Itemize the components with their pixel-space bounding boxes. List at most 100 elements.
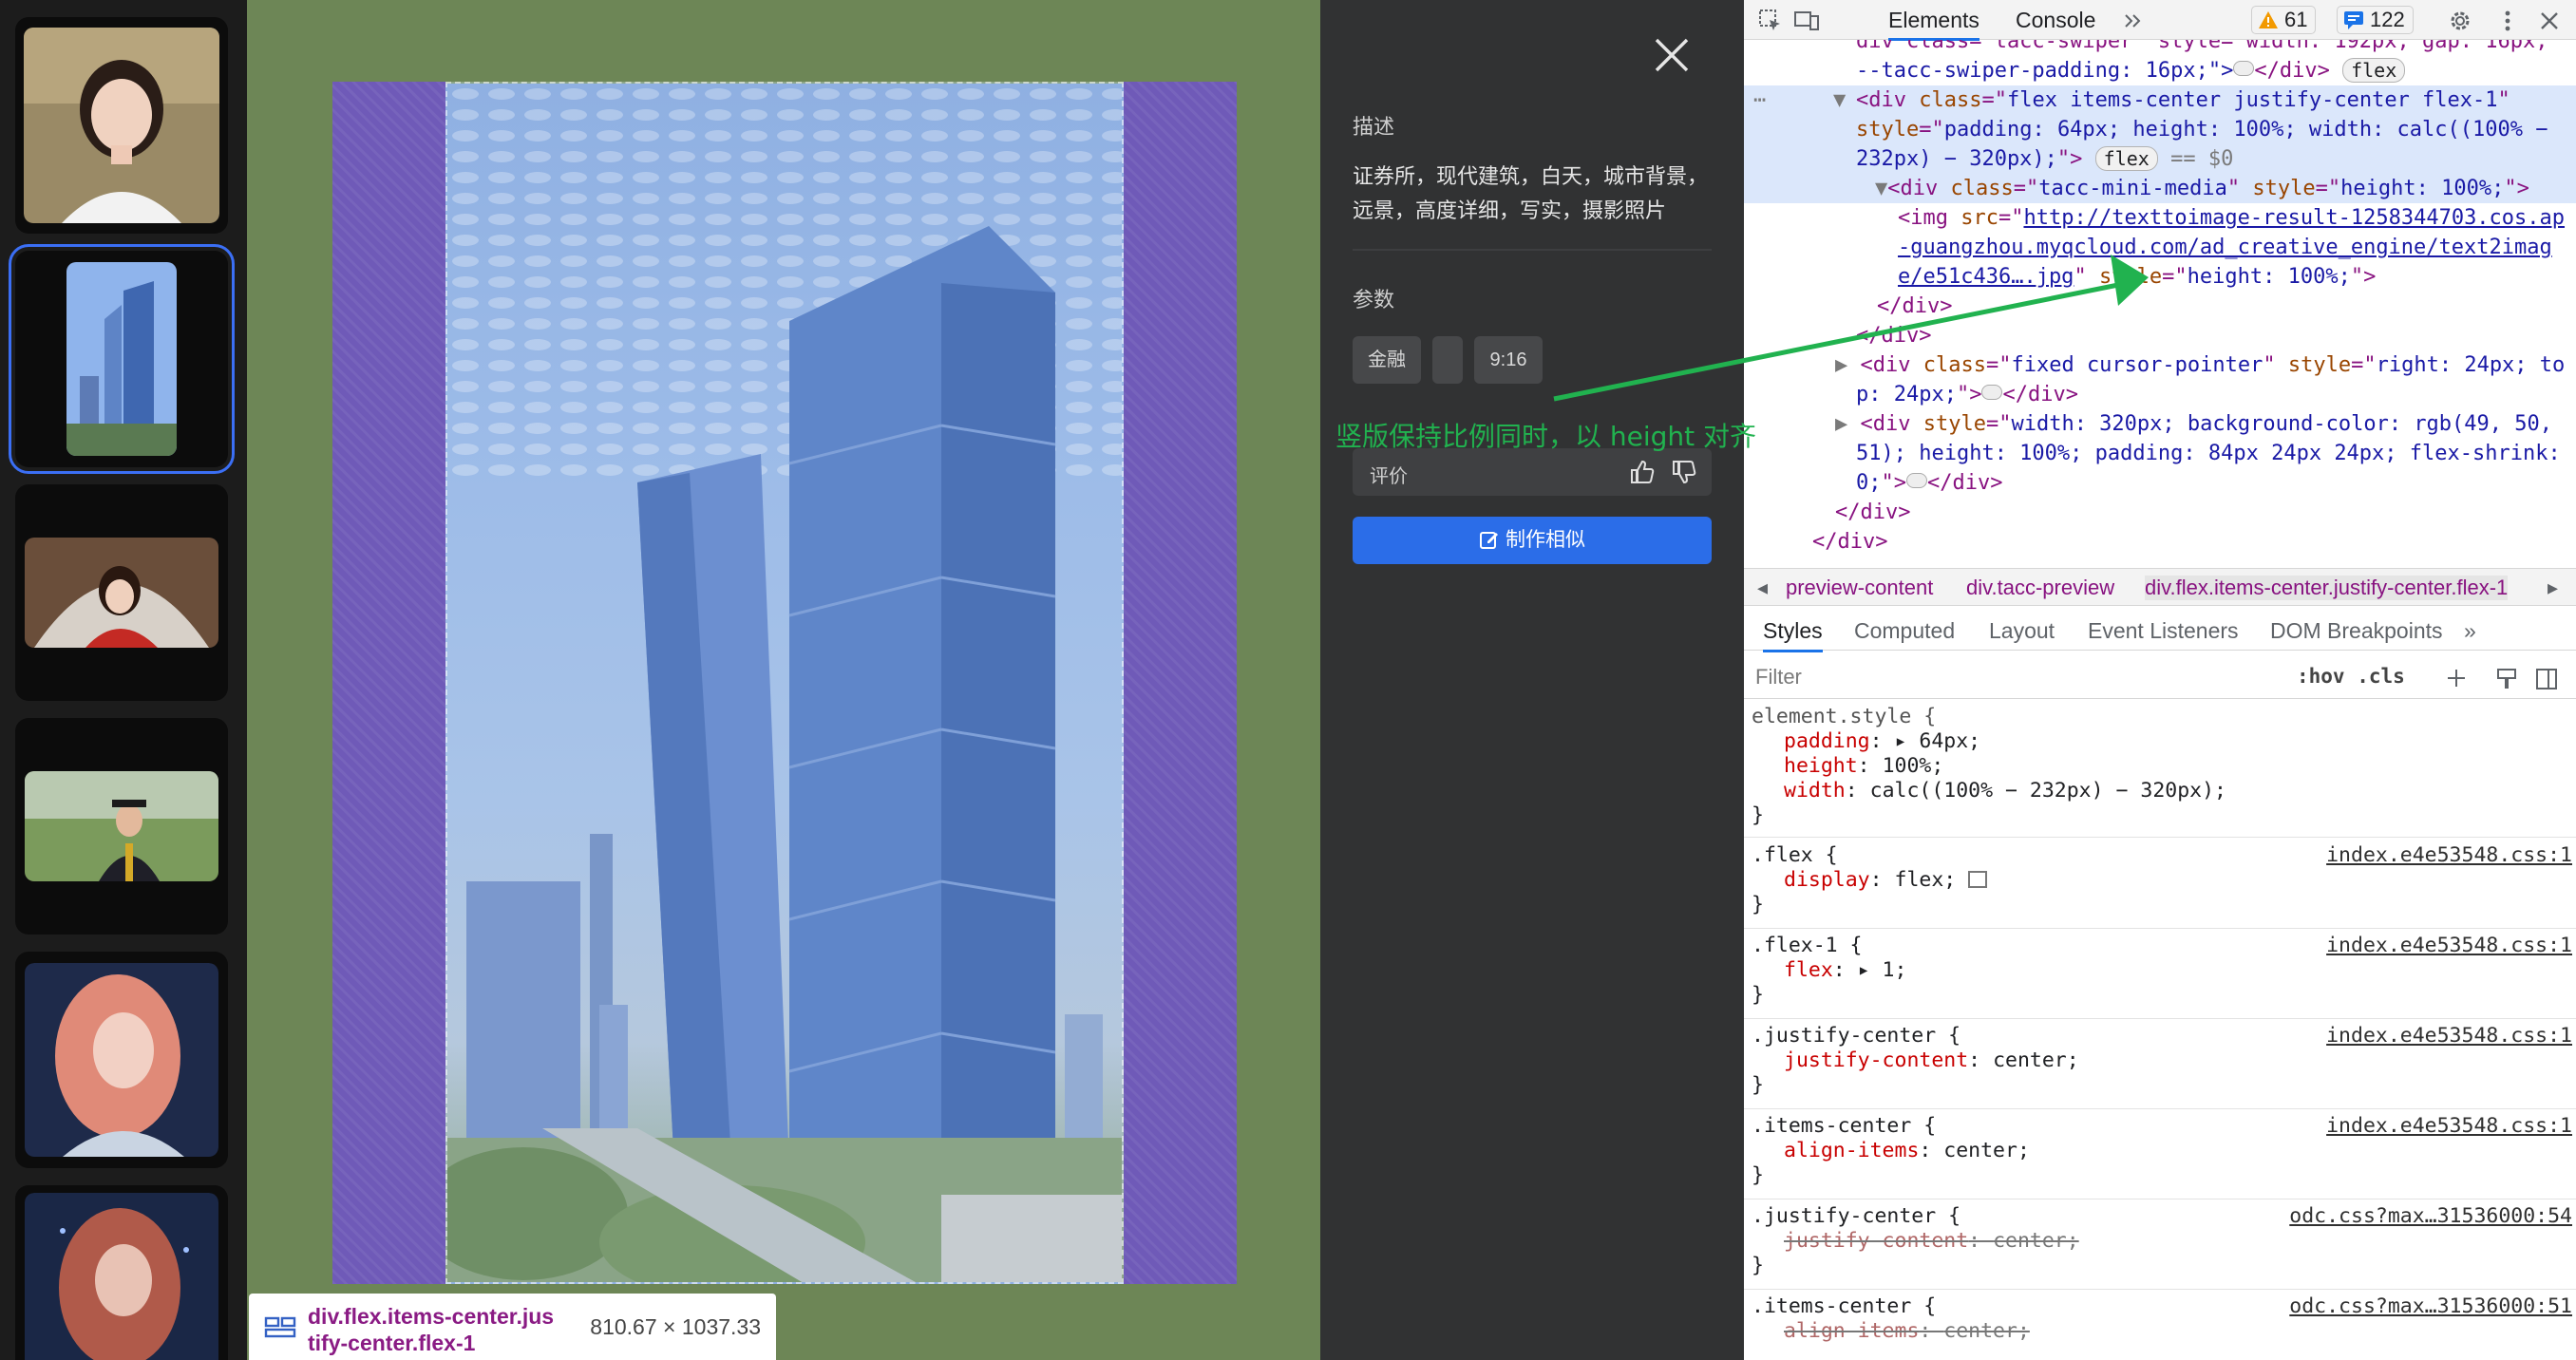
styles-filter-bar: Filter :hov .cls: [1744, 657, 2576, 699]
rule-source-link[interactable]: index.e4e53548.css:1: [2326, 1114, 2572, 1139]
style-rule[interactable]: element.style { padding: ▸ 64px; height:…: [1744, 701, 2576, 838]
dom-line: </div>: [1856, 324, 1932, 348]
rule-source-link[interactable]: index.e4e53548.css:1: [2326, 934, 2572, 958]
kebab-menu-icon[interactable]: [2494, 8, 2521, 34]
breadcrumb-item[interactable]: preview-content: [1786, 576, 1933, 600]
dom-line[interactable]: ▶ <div style="width: 320px; background-c…: [1835, 409, 2576, 439]
style-rule[interactable]: .items-center { index.e4e53548.css:1 ali…: [1744, 1110, 2576, 1199]
style-rule[interactable]: .justify-center { index.e4e53548.css:1 j…: [1744, 1020, 2576, 1109]
breadcrumb: ◂ preview-content div.tacc-preview div.f…: [1744, 568, 2576, 606]
info-panel: 描述 证券所，现代建筑，白天，城市背景，远景，高度详细，写实，摄影照片 参数 金…: [1320, 0, 1744, 1360]
tab-elements[interactable]: Elements: [1888, 8, 1979, 41]
close-icon[interactable]: [1651, 34, 1693, 76]
style-rule[interactable]: .flex-1 { index.e4e53548.css:1 flex: ▸ 1…: [1744, 930, 2576, 1019]
thumbnail-fan-woman[interactable]: [15, 484, 228, 701]
tab-layout[interactable]: Layout: [1989, 618, 2055, 644]
settings-gear-icon[interactable]: [2447, 8, 2473, 34]
devtools-panel: Elements Console 61 122 div class="tacc-…: [1744, 0, 2576, 1360]
param-tag-empty: [1432, 336, 1463, 384]
thumbnail-fantasy-girl[interactable]: [15, 1185, 228, 1360]
dom-line[interactable]: ▶ <div class="fixed cursor-pointer" styl…: [1835, 350, 2576, 380]
tab-styles[interactable]: Styles: [1763, 618, 1823, 652]
fantasy-girl-image: [25, 1193, 218, 1360]
rating-row: 评价: [1353, 448, 1712, 496]
style-rule-overridden[interactable]: .justify-center { odc.css?max…31536000:5…: [1744, 1200, 2576, 1290]
devtools-toolbar: Elements Console 61 122: [1744, 0, 2576, 41]
breadcrumb-item-active[interactable]: div.flex.items-center.justify-center.fle…: [2145, 576, 2509, 600]
param-tag-category: 金融: [1353, 336, 1421, 384]
new-style-rule-icon[interactable]: [2445, 667, 2470, 691]
fan-woman-image: [25, 538, 218, 648]
dom-line[interactable]: <img src="http://texttoimage-result-1258…: [1898, 203, 2576, 233]
building-image: [66, 262, 177, 456]
rating-label: 评价: [1370, 466, 1408, 487]
thumbnail-graduate[interactable]: [15, 718, 228, 935]
styles-rules: element.style { padding: ▸ 64px; height:…: [1744, 701, 2576, 1360]
thumbnail-strip[interactable]: [0, 0, 247, 1360]
dom-line[interactable]: ▼<div class="tacc-mini-media" style="hei…: [1875, 174, 2576, 203]
pink-hair-girl-image: [25, 963, 218, 1157]
make-similar-label: 制作相似: [1506, 529, 1585, 551]
dom-line: --tacc-swiper-padding: 16px;"> </div> fle…: [1856, 56, 2576, 85]
tab-event-listeners[interactable]: Event Listeners: [2088, 618, 2239, 644]
warning-icon: [2259, 11, 2278, 28]
params-heading: 参数: [1353, 288, 1395, 312]
flexbox-editor-icon[interactable]: [1968, 871, 1988, 888]
badge-selector: div.flex.items-center.jus tify-center.fl…: [308, 1304, 555, 1355]
annotation-note: 竖版保持比例同时，以 height 对齐: [1335, 421, 1757, 452]
rule-source-link[interactable]: odc.css?max…31536000:51: [2289, 1294, 2572, 1319]
more-tabs-icon[interactable]: [2120, 8, 2147, 34]
dom-line: p: 24px;"> </div>: [1856, 383, 2078, 406]
paint-brush-icon[interactable]: [2494, 667, 2519, 691]
screen: div.flex.items-center.jus tify-center.fl…: [0, 0, 2576, 1360]
tab-console[interactable]: Console: [2016, 8, 2095, 33]
make-similar-button[interactable]: 制作相似: [1353, 517, 1712, 564]
divider: [1353, 249, 1712, 251]
element-inspector-badge: div.flex.items-center.jus tify-center.fl…: [249, 1294, 776, 1360]
building-scene: [447, 84, 1122, 1282]
dom-line[interactable]: e/e51c436….jpg" style="height: 100%;">: [1898, 262, 2576, 292]
rule-source-link[interactable]: index.e4e53548.css:1: [2326, 843, 2572, 868]
description-text: 证券所，现代建筑，白天，城市背景，远景，高度详细，写实，摄影照片: [1353, 164, 1709, 222]
rule-source-link[interactable]: odc.css?max…31536000:54: [2289, 1204, 2572, 1229]
girl-portrait-image: [24, 28, 219, 223]
thumbs-down-icon[interactable]: [1670, 459, 1696, 485]
style-rule[interactable]: .flex { index.e4e53548.css:1 display: fl…: [1744, 840, 2576, 929]
messages-counter[interactable]: 122: [2337, 6, 2414, 34]
message-icon: [2344, 11, 2363, 29]
more-style-tabs-icon[interactable]: »: [2464, 618, 2476, 644]
flex-layout-icon: [264, 1316, 296, 1338]
graduate-image: [25, 771, 218, 881]
inspect-element-icon[interactable]: [1757, 8, 1784, 34]
style-rule-overridden[interactable]: .items-center { odc.css?max…31536000:51 …: [1744, 1291, 2576, 1360]
toggle-sidebar-icon[interactable]: [2534, 667, 2559, 691]
thumbs-up-icon[interactable]: [1628, 459, 1655, 485]
tab-computed[interactable]: Computed: [1854, 618, 1955, 644]
rule-source-link[interactable]: index.e4e53548.css:1: [2326, 1024, 2572, 1048]
breadcrumb-item[interactable]: div.tacc-preview: [1966, 576, 2114, 600]
dom-line: 0;"> </div>: [1856, 471, 2003, 495]
dom-line: 51); height: 100%; padding: 84px 24px 24…: [1856, 442, 2561, 465]
thumbnail-building[interactable]: [9, 244, 235, 474]
dom-line: </div>: [1812, 530, 1888, 554]
warnings-counter[interactable]: 61: [2251, 6, 2317, 34]
messages-count: 122: [2370, 8, 2405, 31]
dom-line[interactable]: -guangzhou.myqcloud.com/ad_creative_engi…: [1898, 233, 2576, 262]
thumbnail-pink-hair-girl[interactable]: [15, 952, 228, 1168]
hov-cls-toggles[interactable]: :hov .cls: [2297, 665, 2405, 688]
description-heading: 描述: [1353, 115, 1395, 139]
generated-image[interactable]: [445, 82, 1124, 1284]
badge-size: 810.67 × 1037.33: [590, 1314, 761, 1339]
tab-dom-breakpoints[interactable]: DOM Breakpoints: [2270, 618, 2443, 644]
styles-filter-input[interactable]: Filter: [1755, 665, 1802, 689]
dom-line: div class="tacc-swiper" style="width: 19…: [1856, 40, 2548, 53]
warnings-count: 61: [2284, 8, 2308, 31]
edit-icon: [1480, 532, 1498, 549]
close-devtools-icon[interactable]: [2536, 8, 2563, 34]
dom-line: </div>: [1877, 294, 1953, 318]
param-tag-ratio: 9:16: [1474, 336, 1543, 384]
device-toolbar-icon[interactable]: [1793, 8, 1820, 34]
dom-line: </div>: [1835, 501, 1911, 524]
thumbnail-girl-portrait[interactable]: [15, 17, 228, 234]
dom-tree[interactable]: div class="tacc-swiper" style="width: 19…: [1744, 40, 2576, 568]
